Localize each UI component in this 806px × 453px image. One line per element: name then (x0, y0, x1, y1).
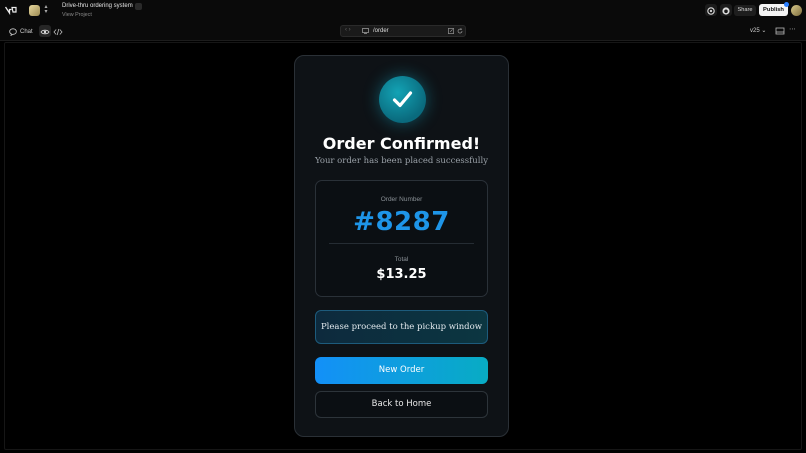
external-link-icon[interactable] (448, 28, 454, 34)
monitor-icon (362, 28, 369, 34)
total-value: $13.25 (376, 267, 427, 282)
settings-button[interactable] (705, 4, 717, 16)
top-bar: ▴ ▾ Drive-thru ordering system View Proje… (0, 0, 806, 21)
back-to-home-button[interactable]: Back to Home (315, 391, 488, 418)
check-icon (392, 91, 413, 108)
chat-label: Chat (20, 28, 33, 35)
success-badge (379, 76, 426, 123)
user-avatar[interactable] (791, 5, 802, 16)
nav-arrows-icon[interactable]: ‹ › (345, 27, 351, 33)
divider (329, 243, 474, 244)
total-label: Total (394, 256, 409, 263)
preview-toolbar: Chat ‹ › /order v25 ⌄ ⋯ (0, 21, 806, 41)
chat-button[interactable]: Chat (9, 26, 33, 37)
url-text[interactable]: /order (373, 28, 389, 34)
url-bar[interactable]: ‹ › /order (340, 25, 466, 37)
github-button[interactable] (720, 4, 732, 16)
v0-logo-icon[interactable] (5, 5, 18, 15)
notification-dot (784, 2, 789, 7)
eye-icon (40, 29, 50, 35)
project-name[interactable]: Drive-thru ordering system (62, 3, 133, 9)
lock-icon (135, 3, 142, 10)
order-confirmation-card: Order Confirmed! Your order has been pla… (294, 55, 509, 437)
new-order-button[interactable]: New Order (315, 357, 488, 384)
pickup-notice: Please proceed to the pickup window (315, 310, 488, 344)
version-label: v25 (750, 28, 760, 34)
view-project-link[interactable]: View Project (62, 12, 92, 18)
order-number: #8287 (353, 207, 450, 237)
code-icon (53, 28, 63, 36)
order-number-label: Order Number (380, 196, 423, 203)
refresh-icon[interactable] (457, 28, 463, 34)
version-selector[interactable]: v25 ⌄ (750, 27, 766, 34)
chat-bubble-icon (9, 27, 17, 36)
order-summary: Order Number #8287 Total $13.25 (315, 180, 488, 297)
share-button[interactable]: Share (734, 5, 756, 16)
code-toggle[interactable] (52, 25, 64, 37)
preview-toggle[interactable] (39, 25, 51, 37)
more-options-icon[interactable]: ⋯ (789, 25, 796, 33)
github-icon (722, 7, 730, 15)
gear-icon (707, 7, 715, 15)
chevron-updown-icon[interactable]: ▴ ▾ (43, 4, 49, 15)
page-title: Order Confirmed! (322, 134, 481, 153)
page-subtitle: Your order has been placed successfully (314, 156, 489, 166)
layout-icon[interactable] (775, 26, 785, 36)
project-avatar[interactable] (29, 5, 40, 16)
